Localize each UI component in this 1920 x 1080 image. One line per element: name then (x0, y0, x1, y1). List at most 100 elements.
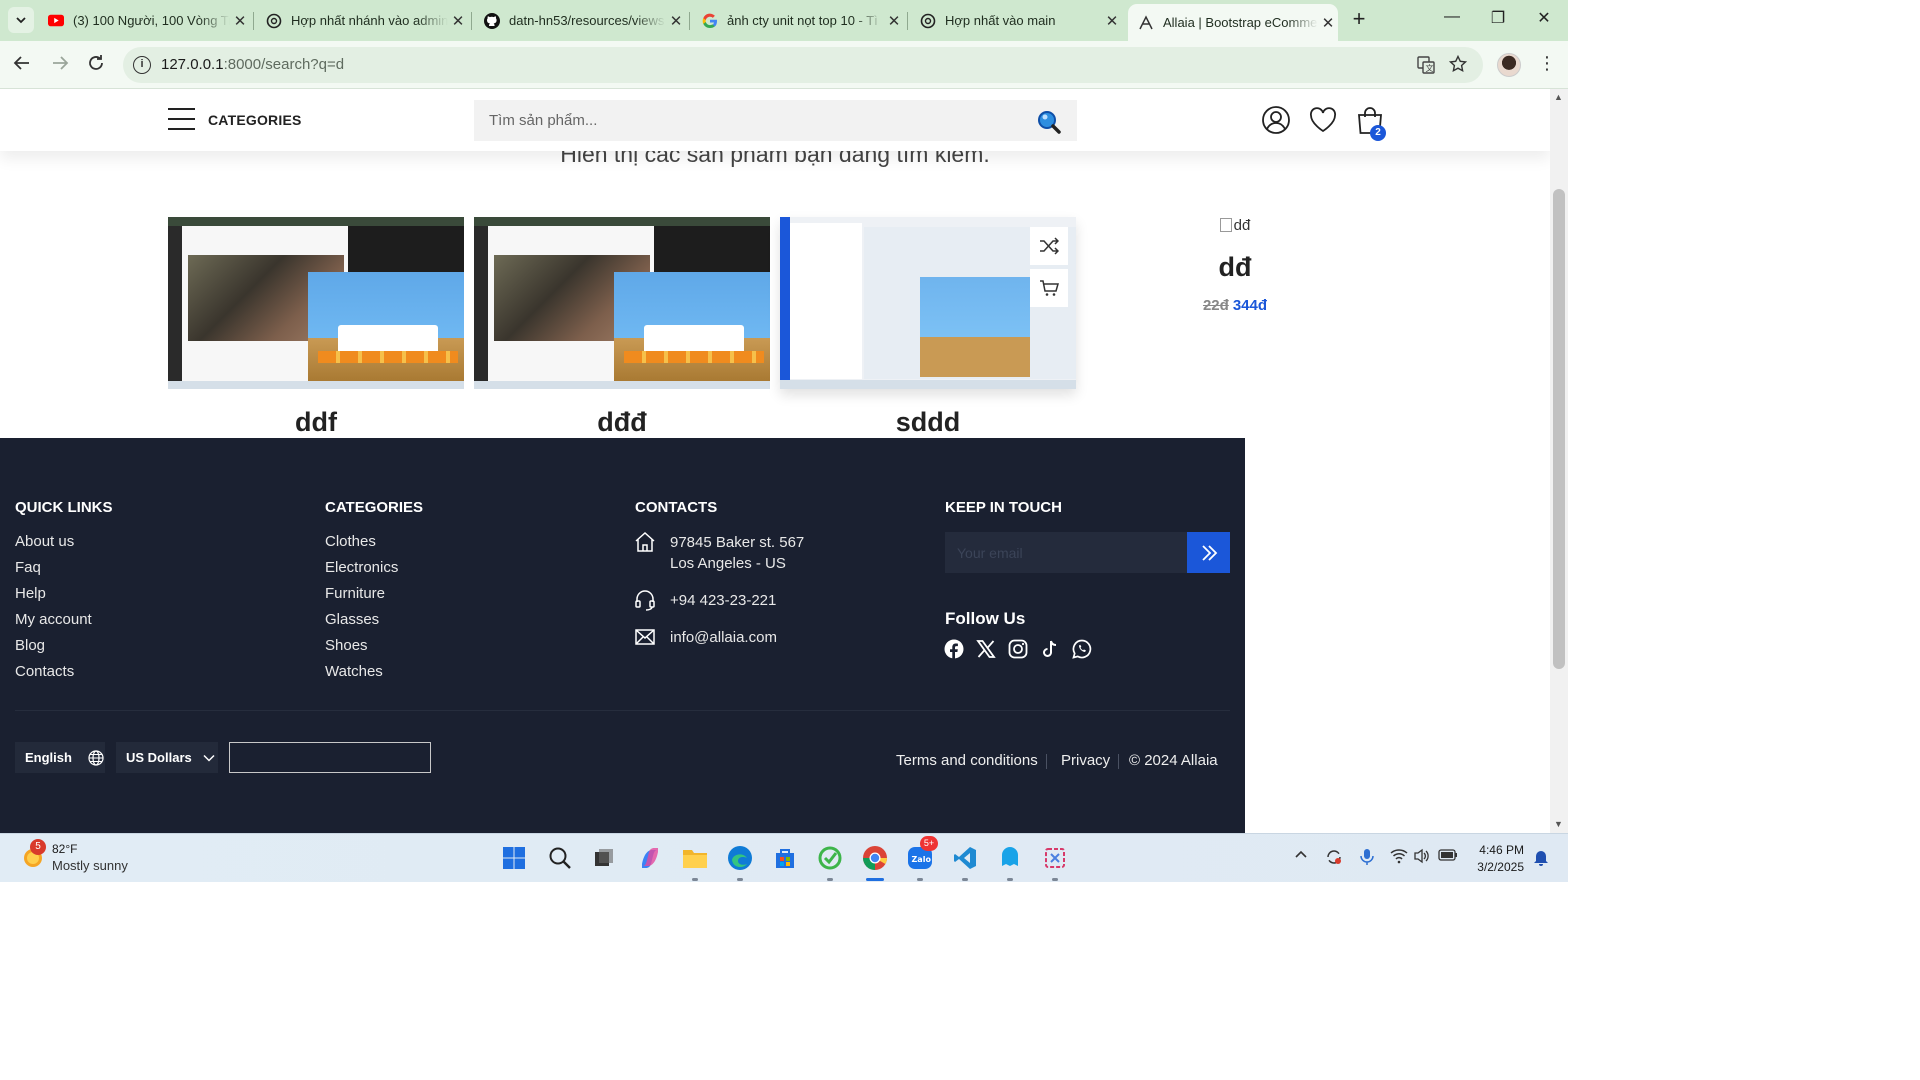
currency-selector[interactable]: US Dollars (116, 742, 218, 773)
instagram-icon[interactable] (1008, 639, 1030, 661)
browser-tab[interactable]: ảnh cty unit nọt top 10 - Tì ✕ (692, 6, 904, 35)
footer-link[interactable]: Help (15, 585, 46, 602)
product-card[interactable]: ddf (168, 217, 464, 437)
product-image[interactable] (168, 217, 464, 389)
product-name[interactable]: ddf (168, 407, 464, 438)
close-icon[interactable]: ✕ (1318, 14, 1338, 32)
weather-widget[interactable]: 5 (20, 839, 46, 870)
product-image[interactable] (474, 217, 770, 389)
back-button[interactable] (11, 54, 33, 76)
restore-button[interactable]: ❐ (1486, 8, 1510, 32)
footer-category-link[interactable]: Glasses (325, 611, 379, 628)
product-image-broken[interactable]: dđ (1080, 217, 1390, 234)
newsletter-email-input[interactable] (945, 532, 1187, 573)
tray-overflow-chevron-icon[interactable] (1291, 848, 1311, 868)
newsletter-submit-button[interactable] (1187, 532, 1230, 573)
scrollbar-thumb[interactable] (1553, 189, 1565, 669)
add-to-cart-icon[interactable] (1030, 269, 1068, 307)
chrome-icon[interactable] (859, 842, 891, 874)
site-info-icon[interactable]: i (133, 56, 151, 74)
footer-category-link[interactable]: Furniture (325, 585, 385, 602)
address-url[interactable]: 127.0.0.1:8000/search?q=d (161, 56, 344, 73)
close-window-button[interactable]: ✕ (1532, 8, 1556, 32)
scroll-up-arrow-icon[interactable]: ▲ (1554, 92, 1563, 102)
translate-icon[interactable]: 文 (1415, 55, 1437, 77)
close-icon[interactable]: ✕ (448, 12, 468, 30)
contact-email[interactable]: info@allaia.com (670, 629, 777, 646)
footer-link[interactable]: My account (15, 611, 92, 628)
product-name[interactable]: sddd (780, 407, 1076, 438)
snipping-tool-icon[interactable] (1039, 842, 1071, 874)
scroll-down-arrow-icon[interactable]: ▼ (1554, 819, 1563, 829)
microsoft-store-icon[interactable] (769, 842, 801, 874)
product-card[interactable]: dđđ (474, 217, 770, 437)
contact-phone[interactable]: +94 423-23-221 (670, 592, 776, 609)
footer-link[interactable]: Contacts (15, 663, 74, 680)
facebook-icon[interactable] (944, 639, 966, 661)
tab-search-dropdown[interactable] (8, 7, 34, 33)
search-icon[interactable] (544, 842, 576, 874)
product-search-input[interactable] (474, 100, 1077, 141)
file-explorer-icon[interactable] (679, 842, 711, 874)
search-icon[interactable] (1036, 109, 1062, 135)
whatsapp-icon[interactable] (1072, 639, 1094, 661)
close-icon[interactable]: ✕ (1102, 12, 1122, 30)
volume-icon[interactable] (1412, 848, 1432, 868)
vscode-icon[interactable] (949, 842, 981, 874)
wishlist-heart-icon[interactable] (1308, 105, 1338, 135)
microphone-icon[interactable] (1357, 848, 1377, 868)
notification-bell-icon[interactable] (1531, 848, 1551, 868)
close-icon[interactable]: ✕ (230, 12, 250, 30)
app-green-icon[interactable] (814, 842, 846, 874)
taskbar-clock[interactable]: 4:46 PM 3/2/2025 (1477, 842, 1524, 876)
page-scrollbar[interactable]: ▲ ▼ (1550, 89, 1568, 833)
task-view-icon[interactable] (588, 842, 620, 874)
browser-tab[interactable]: Hợp nhất nhánh vào admin ✕ (256, 6, 468, 35)
hamburger-menu-icon[interactable] (168, 108, 195, 130)
windows-start-icon[interactable] (498, 842, 530, 874)
categories-menu-label[interactable]: CATEGORIES (208, 112, 302, 128)
bookmark-star-icon[interactable] (1447, 54, 1469, 77)
product-card[interactable]: dđ dđ 22đ 344đ (1080, 217, 1390, 314)
footer-category-link[interactable]: Shoes (325, 637, 368, 654)
browser-menu-icon[interactable]: ⋮ (1538, 53, 1556, 74)
terms-link[interactable]: Terms and conditions (896, 752, 1038, 769)
browser-tab-active[interactable]: Allaia | Bootstrap eComme ✕ (1128, 4, 1338, 41)
weather-description[interactable]: Mostly sunny (52, 858, 128, 873)
product-card[interactable]: sddd (780, 217, 1076, 437)
reload-button[interactable] (85, 54, 107, 76)
tiktok-icon[interactable] (1040, 639, 1062, 661)
close-icon[interactable]: ✕ (884, 12, 904, 30)
weather-temperature[interactable]: 82°F (52, 842, 77, 856)
new-tab-button[interactable]: + (1347, 8, 1371, 32)
edge-browser-icon[interactable] (724, 842, 756, 874)
footer-category-link[interactable]: Clothes (325, 533, 376, 550)
address-bar[interactable]: i 127.0.0.1:8000/search?q=d 文 (123, 47, 1483, 83)
footer-link[interactable]: Faq (15, 559, 41, 576)
user-account-icon[interactable] (1261, 105, 1291, 135)
privacy-link[interactable]: Privacy (1061, 752, 1110, 769)
product-name[interactable]: dđ (1080, 252, 1390, 283)
product-image[interactable] (780, 217, 1076, 389)
footer-category-link[interactable]: Watches (325, 663, 383, 680)
browser-tab[interactable]: Hợp nhất vào main ✕ (910, 6, 1122, 35)
forward-button[interactable] (49, 54, 71, 76)
language-selector[interactable]: English (15, 742, 105, 773)
zalo-icon[interactable]: Zalo 5+ (904, 836, 938, 874)
browser-tab[interactable]: datn-hn53/resources/views ✕ (474, 6, 686, 35)
browser-tab[interactable]: (3) 100 Người, 100 Vòng Tr ✕ (38, 6, 250, 35)
sync-icon[interactable] (1324, 848, 1344, 868)
battery-icon[interactable] (1438, 848, 1458, 868)
profile-avatar[interactable] (1497, 53, 1521, 77)
footer-link[interactable]: Blog (15, 637, 45, 654)
footer-category-link[interactable]: Electronics (325, 559, 398, 576)
minimize-button[interactable]: — (1440, 8, 1464, 32)
product-name[interactable]: dđđ (474, 407, 770, 438)
footer-link[interactable]: About us (15, 533, 74, 550)
compare-shuffle-icon[interactable] (1030, 227, 1068, 265)
copilot-icon[interactable] (634, 842, 666, 874)
x-twitter-icon[interactable] (976, 639, 998, 661)
close-icon[interactable]: ✕ (666, 12, 686, 30)
wifi-icon[interactable] (1389, 848, 1409, 868)
app-blue-icon[interactable] (994, 842, 1026, 874)
